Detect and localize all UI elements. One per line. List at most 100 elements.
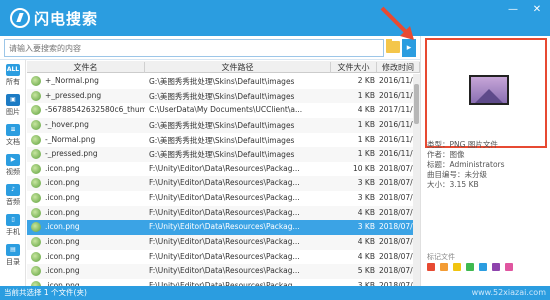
search-bar: ▸: [0, 36, 420, 60]
table-row[interactable]: +_Normal.png G:\美图秀秀批处理\Skins\Default\ima…: [27, 74, 420, 89]
file-size-cell: 5 KB: [357, 266, 375, 276]
tag-color-swatch[interactable]: [492, 263, 500, 271]
file-name-cell: +_Normal.png: [45, 76, 99, 85]
sidebar-item-phone[interactable]: ▯ 手机: [2, 212, 24, 240]
meta-author: 作者：图像: [427, 150, 465, 159]
file-name-cell: .icon.png: [45, 222, 80, 232]
file-path-cell: G:\美图秀秀批处理\Skins\Default\images: [149, 77, 295, 86]
file-path-cell: C:\UserData\My Documents\UCClient\a...: [149, 105, 303, 115]
table-row[interactable]: .icon.png F:\Unity\Editor\Data\Resources\…: [27, 220, 420, 236]
file-size-cell: 3 KB: [357, 178, 375, 188]
sidebar-item-label: 目录: [6, 258, 20, 266]
scrollbar-thumb[interactable]: [414, 84, 419, 124]
file-path-cell: F:\Unity\Editor\Data\Resources\Packag...: [149, 193, 300, 203]
preview-panel: 类型：PNG 图片文件 作者：图像 标题：Administrators 曲目编号…: [420, 36, 550, 286]
file-size-cell: 1 KB: [357, 134, 375, 144]
vertical-scrollbar[interactable]: [413, 74, 420, 286]
status-text: 当前共选择 1 个文件(夹): [4, 288, 87, 297]
table-row[interactable]: .icon.png F:\Unity\Editor\Data\Resources\…: [27, 162, 420, 177]
table-row[interactable]: .icon.png F:\Unity\Editor\Data\Resources\…: [27, 264, 420, 279]
table-row[interactable]: -_hover.png G:\美图秀秀批处理\Skins\Default\imag…: [27, 117, 420, 133]
table-row[interactable]: .icon.png F:\Unity\Editor\Data\Resources\…: [27, 191, 420, 206]
file-path-cell: F:\Unity\Editor\Data\Resources\Packag...: [149, 237, 300, 247]
png-file-icon: [31, 266, 41, 277]
file-size-cell: 4 KB: [357, 251, 375, 261]
video-icon: ▶: [6, 154, 20, 166]
meta-size: 大小：3.15 KB: [427, 180, 479, 189]
png-file-icon: [31, 222, 41, 233]
phone-icon: ▯: [6, 214, 20, 226]
table-row[interactable]: .icon.png F:\Unity\Editor\Data\Resources\…: [27, 250, 420, 265]
tag-color-swatch[interactable]: [427, 263, 435, 271]
table-row[interactable]: .icon.png F:\Unity\Editor\Data\Resources\…: [27, 205, 420, 221]
file-path-cell: F:\Unity\Editor\Data\Resources\Packag...: [149, 222, 300, 232]
preview-highlight-box: [425, 38, 547, 148]
search-input[interactable]: [4, 39, 384, 57]
file-name-cell: .icon.png: [45, 178, 80, 188]
file-name-cell: -_pressed.png: [45, 149, 98, 159]
meta-type: 类型：PNG 图片文件: [427, 140, 498, 149]
tag-color-swatch[interactable]: [453, 263, 461, 271]
table-row[interactable]: .icon.png F:\Unity\Editor\Data\Resources\…: [27, 176, 420, 192]
sidebar-item-all[interactable]: ALL 所有: [2, 62, 24, 90]
list-header: 文件名 文件路径 文件大小 修改时间: [27, 61, 420, 73]
sidebar-item-images[interactable]: ▣ 图片: [2, 92, 24, 120]
file-name-cell: .icon.png: [45, 163, 80, 173]
folder-icon: ▤: [6, 244, 20, 256]
sidebar-item-audio[interactable]: ♪ 音频: [2, 182, 24, 210]
file-list: 文件名 文件路径 文件大小 修改时间 +_Normal.png G:\美图秀秀批处…: [27, 61, 420, 286]
file-path-cell: G:\美图秀秀批处理\Skins\Default\images: [149, 91, 295, 101]
column-header-name[interactable]: 文件名: [27, 62, 145, 73]
file-path-cell: F:\Unity\Editor\Data\Resources\Packag...: [149, 178, 300, 188]
file-name-cell: .icon.png: [45, 237, 80, 247]
sidebar-item-folders[interactable]: ▤ 目录: [2, 242, 24, 270]
table-row[interactable]: -_Normal.png G:\美图秀秀批处理\Skins\Default\ima…: [27, 133, 420, 148]
file-path-cell: F:\Unity\Editor\Data\Resources\Packag...: [149, 207, 300, 217]
file-path-cell: F:\Unity\Editor\Data\Resources\Packag...: [149, 163, 300, 173]
tag-color-swatch[interactable]: [466, 263, 474, 271]
png-file-icon: [31, 119, 41, 130]
watermark: www.52xiazai.com: [471, 288, 546, 297]
column-header-modified[interactable]: 修改时间: [377, 62, 420, 73]
file-path-cell: F:\Unity\Editor\Data\Resources\Packag...: [149, 266, 300, 276]
png-file-icon: [31, 134, 41, 145]
png-file-icon: [31, 105, 41, 116]
tag-color-swatch[interactable]: [440, 263, 448, 271]
file-size-cell: 4 KB: [357, 105, 375, 115]
png-file-icon: [31, 237, 41, 248]
title-bar: 闪电搜索 — ✕: [0, 0, 550, 36]
table-row[interactable]: -56788542632580c6_thumb... C:\UserData\My…: [27, 103, 420, 118]
file-path-cell: G:\美图秀秀批处理\Skins\Default\images: [149, 150, 295, 160]
file-name-cell: .icon.png: [45, 266, 80, 276]
png-file-icon: [31, 251, 41, 262]
file-name-cell: -56788542632580c6_thumb...: [45, 105, 145, 115]
file-name-cell: .icon.png: [45, 207, 80, 217]
png-file-icon: [31, 193, 41, 204]
tag-color-swatch[interactable]: [505, 263, 513, 271]
file-name-cell: .icon.png: [45, 193, 80, 203]
file-path-cell: G:\美图秀秀批处理\Skins\Default\images: [149, 120, 295, 130]
file-size-cell: 10 KB: [353, 163, 375, 173]
file-name-cell: -_Normal.png: [45, 134, 96, 144]
close-button[interactable]: ✕: [530, 4, 544, 15]
file-name-cell: -_hover.png: [45, 119, 89, 129]
table-row[interactable]: +_pressed.png G:\美图秀秀批处理\Skins\Default\im…: [27, 88, 420, 104]
column-header-size[interactable]: 文件大小: [331, 62, 377, 73]
status-bar: 当前共选择 1 个文件(夹) www.52xiazai.com: [0, 286, 550, 300]
sidebar-item-label: 所有: [6, 78, 20, 86]
png-file-icon: [31, 76, 41, 86]
column-header-path[interactable]: 文件路径: [145, 62, 331, 73]
tag-color-swatch[interactable]: [479, 263, 487, 271]
file-path-cell: G:\美图秀秀批处理\Skins\Default\images: [149, 135, 295, 145]
sidebar-item-documents[interactable]: ≡ 文档: [2, 122, 24, 150]
table-row[interactable]: -_pressed.png G:\美图秀秀批处理\Skins\Default\im…: [27, 147, 420, 162]
tags-label: 标记文件: [427, 253, 455, 261]
table-row[interactable]: .icon.png F:\Unity\Editor\Data\Resources\…: [27, 279, 420, 286]
file-size-cell: 2 KB: [357, 76, 375, 85]
sidebar-item-videos[interactable]: ▶ 视频: [2, 152, 24, 180]
minimize-button[interactable]: —: [506, 4, 520, 15]
table-row[interactable]: .icon.png F:\Unity\Editor\Data\Resources\…: [27, 235, 420, 250]
file-size-cell: 4 KB: [357, 207, 375, 217]
all-icon: ALL: [6, 64, 20, 76]
image-thumbnail: [469, 75, 509, 105]
